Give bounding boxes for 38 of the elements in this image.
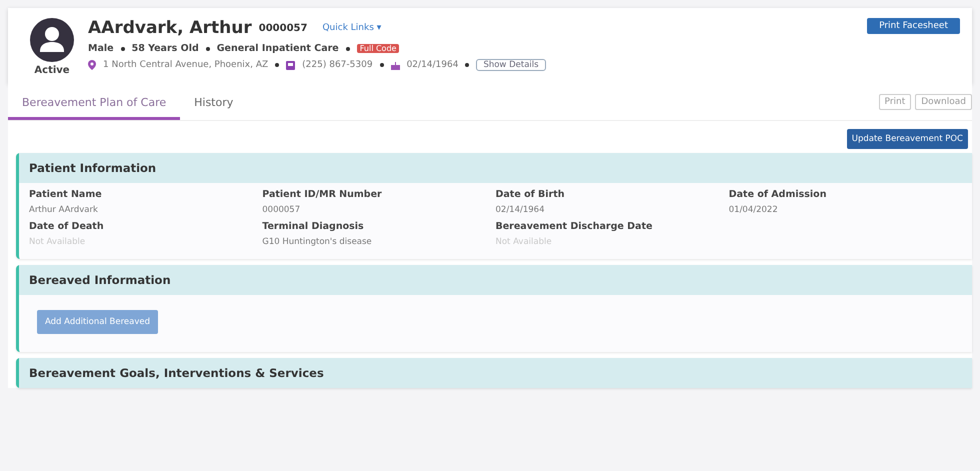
field-label: Patient Name bbox=[29, 189, 103, 200]
code-status-badge: Full Code bbox=[356, 44, 400, 53]
birth-date-text: 02/14/1964 bbox=[406, 60, 458, 70]
action-button[interactable]: Download bbox=[915, 94, 972, 110]
field-label: Patient ID/MR Number bbox=[262, 189, 383, 200]
status-label: Active bbox=[34, 65, 70, 76]
section-header: Bereaved Information bbox=[19, 265, 972, 295]
patient-detail: 58 Years Old bbox=[132, 43, 199, 54]
show-details-button[interactable]: Show Details bbox=[476, 59, 546, 71]
field-value: 0000057 bbox=[262, 205, 302, 215]
update-poc-button[interactable]: Update Bereavement POC bbox=[846, 129, 968, 149]
print-facesheet-button[interactable]: Print Facesheet bbox=[867, 18, 960, 34]
quick-links-link[interactable]: Quick Links ▾ bbox=[322, 23, 382, 33]
patient-detail: General Inpatient Care bbox=[216, 43, 339, 54]
section-header: Bereavement Goals, Interventions & Services bbox=[19, 358, 972, 388]
phone-text: (225) 867-5309 bbox=[302, 60, 373, 70]
field-label: Bereavement Discharge Date bbox=[496, 221, 654, 232]
avatar-icon bbox=[30, 18, 74, 62]
cake-icon bbox=[390, 60, 400, 70]
address-text: 1 North Central Avenue, Phoenix, AZ bbox=[103, 60, 268, 70]
field-value: 01/04/2022 bbox=[728, 205, 779, 215]
action-button[interactable]: Print bbox=[878, 94, 912, 110]
field-value: 02/14/1964 bbox=[496, 205, 546, 215]
patient-name: AArdvark, Arthur bbox=[88, 18, 252, 38]
tab[interactable]: History bbox=[180, 90, 248, 120]
patient-id: 0000057 bbox=[258, 22, 308, 34]
section-header: Patient Information bbox=[19, 153, 972, 183]
phone-icon bbox=[286, 60, 296, 70]
patient-detail: Male bbox=[88, 43, 114, 54]
location-pin-icon bbox=[88, 60, 96, 70]
field-value: G10 Huntington's disease bbox=[262, 237, 373, 247]
add-bereaved-button[interactable]: Add Additional Bereaved bbox=[37, 310, 158, 334]
field-label: Date of Death bbox=[29, 221, 105, 232]
field-label: Date of Admission bbox=[728, 189, 828, 200]
field-label: Date of Birth bbox=[496, 189, 566, 200]
field-label: Terminal Diagnosis bbox=[262, 221, 365, 232]
tab[interactable]: Bereavement Plan of Care bbox=[8, 90, 180, 120]
field-value: Arthur AArdvark bbox=[29, 205, 99, 215]
